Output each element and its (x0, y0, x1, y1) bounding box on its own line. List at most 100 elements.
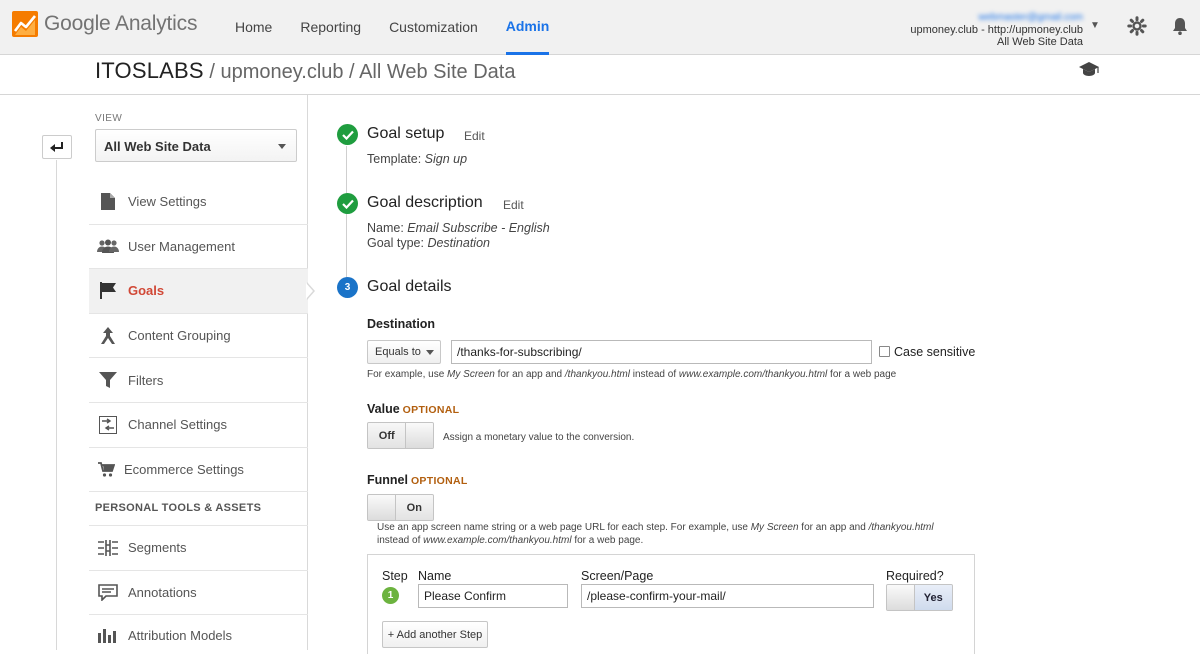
sidebar-item-attribution-models[interactable]: Attribution Models (89, 615, 308, 655)
case-sensitive-checkbox[interactable] (879, 346, 890, 357)
sidebar-item-ecommerce-settings[interactable]: Ecommerce Settings (89, 448, 308, 493)
sidebar-item-annotations[interactable]: Annotations (89, 571, 308, 616)
hint-text: My Screen (447, 369, 495, 380)
grouping-icon (97, 326, 119, 345)
sidebar-item-filters[interactable]: Filters (89, 358, 308, 403)
goal-template: Template: Sign up (367, 152, 467, 167)
column-header-screen: Screen/Page (581, 569, 654, 583)
sidebar-item-segments[interactable]: Segments (89, 526, 308, 571)
required-toggle-yes: Yes (914, 585, 952, 610)
flag-icon (97, 282, 119, 300)
required-toggle[interactable]: Yes (886, 584, 953, 611)
destination-input[interactable] (451, 340, 872, 364)
sidebar-item-channel-settings[interactable]: Channel Settings (89, 403, 308, 448)
main-nav: Home Reporting Customization Admin (235, 0, 577, 55)
goal-type-label: Goal type: (367, 236, 428, 250)
cart-icon (97, 460, 115, 478)
goal-name-value: Email Subscribe - English (407, 221, 550, 235)
sidebar-item-label: Attribution Models (128, 627, 233, 643)
channel-icon (97, 415, 119, 434)
funnel-step-number: 1 (382, 587, 399, 604)
check-icon (337, 124, 358, 145)
sidebar-timeline (56, 160, 57, 650)
case-sensitive-label: Case sensitive (894, 345, 976, 359)
nav-customization[interactable]: Customization (389, 0, 478, 55)
column-header-step: Step (382, 569, 408, 583)
sidebar-menu: View Settings User Management Goals Cont… (89, 180, 308, 655)
nav-admin[interactable]: Admin (505, 0, 550, 55)
hint-text: for a web page (827, 369, 897, 380)
optional-tag: OPTIONAL (402, 404, 460, 416)
chevron-down-icon (426, 350, 434, 355)
view-dropdown[interactable]: All Web Site Data (95, 129, 297, 162)
google-analytics-logo[interactable]: Google Analytics (12, 11, 197, 37)
account-property: upmoney.club - http://upmoney.club (910, 24, 1083, 36)
view-label: VIEW (95, 113, 123, 124)
step-number-badge: 3 (337, 277, 358, 298)
goal-setup-title: Goal setup (367, 125, 445, 142)
analytics-logo-icon (12, 11, 38, 37)
hint-text: for an app and (798, 522, 869, 533)
hint-text: for a web page. (571, 535, 644, 546)
match-type-dropdown[interactable]: Equals to (367, 340, 441, 364)
account-caret-icon[interactable]: ▼ (1090, 20, 1100, 31)
sidebar-item-label: Ecommerce Settings (124, 461, 244, 477)
bell-icon[interactable] (1170, 16, 1190, 36)
value-label: Value OPTIONAL (367, 402, 459, 416)
nav-reporting[interactable]: Reporting (300, 0, 361, 55)
check-icon (337, 193, 358, 214)
academy-cap-icon[interactable] (1078, 60, 1100, 78)
funnel-hint: Use an app screen name string or a web p… (377, 521, 977, 547)
breadcrumb-account[interactable]: ITOSLABS (95, 58, 204, 83)
goal-description-edit-link[interactable]: Edit (503, 198, 524, 212)
add-another-step-button[interactable]: + Add another Step (382, 621, 488, 648)
sidebar-item-goals[interactable]: Goals (89, 269, 308, 314)
funnel-step-screen-input[interactable] (581, 584, 874, 608)
funnel-label: Funnel OPTIONAL (367, 473, 468, 487)
account-selector[interactable]: webmaster@gmail.com upmoney.club - http:… (910, 12, 1083, 48)
template-value: Sign up (424, 152, 468, 166)
value-toggle[interactable]: Off (367, 422, 434, 449)
funnel-label-text: Funnel (367, 473, 408, 487)
funnel-toggle[interactable]: On (367, 494, 434, 521)
sidebar-item-label: Segments (128, 540, 187, 556)
hint-text: instead of (377, 535, 424, 546)
sidebar-item-label: Channel Settings (128, 417, 228, 433)
funnel-toggle-on: On (395, 495, 433, 520)
account-view: All Web Site Data (996, 36, 1083, 48)
hint-text: /thankyou.html (868, 522, 934, 533)
sidebar-item-label: Goals (128, 283, 165, 299)
goal-setup-edit-link[interactable]: Edit (464, 129, 485, 143)
toggle-knob (368, 495, 396, 520)
nav-home[interactable]: Home (235, 0, 272, 55)
value-label-text: Value (367, 402, 400, 416)
sidebar-item-view-settings[interactable]: View Settings (89, 180, 308, 225)
back-arrow-icon (50, 142, 63, 152)
hint-text: www.example.com/thankyou.html (423, 535, 572, 546)
logo-google-text: Google (44, 12, 111, 35)
hint-text: for an app and (494, 369, 565, 380)
document-icon (97, 193, 119, 211)
hint-text: For example, use (367, 369, 448, 380)
funnel-step-name-input[interactable] (418, 584, 568, 608)
breadcrumb: ITOSLABS / upmoney.club / All Web Site D… (95, 58, 515, 94)
back-button[interactable] (42, 135, 72, 159)
view-dropdown-value: All Web Site Data (104, 139, 211, 154)
sidebar-item-label: User Management (128, 238, 235, 254)
value-hint: Assign a monetary value to the conversio… (443, 432, 635, 443)
chevron-down-icon (278, 144, 286, 149)
sidebar-item-user-management[interactable]: User Management (89, 225, 308, 270)
goal-details-title: Goal details (367, 278, 452, 295)
sidebar-item-label: Content Grouping (128, 328, 231, 344)
sidebar-item-content-grouping[interactable]: Content Grouping (89, 314, 308, 359)
gear-icon[interactable] (1127, 16, 1147, 36)
hint-text: instead of (629, 369, 679, 380)
filter-icon (97, 371, 119, 389)
column-header-name: Name (418, 569, 452, 583)
sidebar-item-label: Filters (128, 372, 164, 388)
value-toggle-off: Off (368, 423, 406, 448)
goal-type-value: Destination (427, 236, 490, 250)
top-navigation-bar: Google Analytics Home Reporting Customiz… (0, 0, 1200, 55)
active-item-pointer (306, 282, 315, 300)
hint-text: Use an app screen name string or a web p… (377, 522, 751, 533)
